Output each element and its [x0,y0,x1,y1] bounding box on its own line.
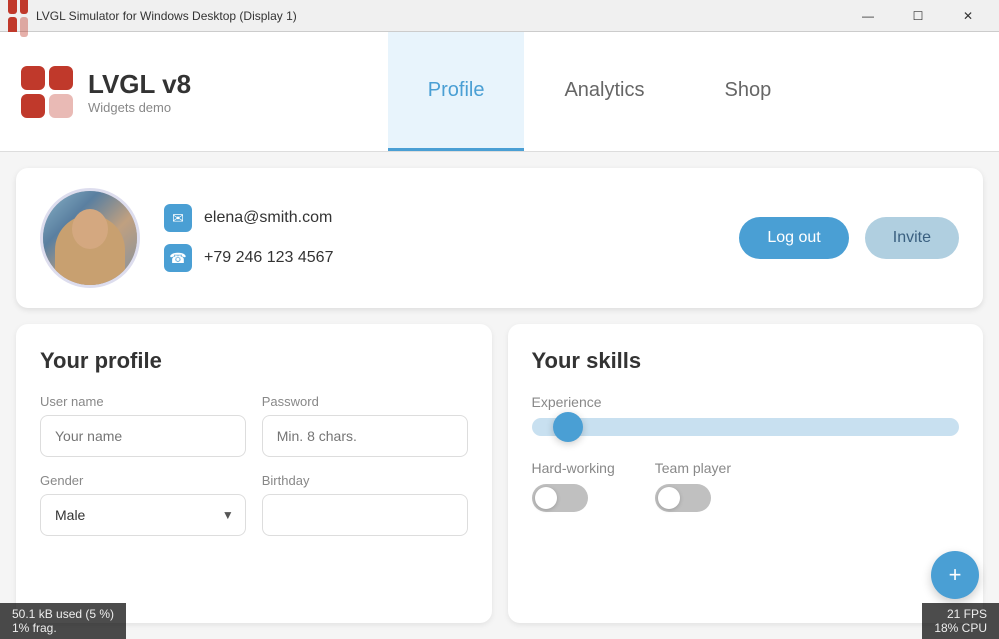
contact-info: ✉ elena@smith.com ☎ +79 246 123 4567 [164,204,715,272]
tab-profile[interactable]: Profile [388,32,525,151]
hardworking-group: Hard-working [532,460,615,512]
hardworking-label: Hard-working [532,460,615,476]
hardworking-toggle[interactable] [532,484,588,512]
frag-status: 1% frag. [12,621,114,635]
window-controls: — ☐ ✕ [845,0,991,32]
slider-track [532,418,960,436]
toggles-row: Hard-working Team player [532,460,960,512]
birthday-group: Birthday [262,473,468,536]
app-icon [8,6,28,26]
invite-button[interactable]: Invite [865,217,959,259]
username-label: User name [40,394,246,409]
app-subtitle: Widgets demo [88,100,191,115]
form-row-2: Gender Male Female Other ▼ Birthday [40,473,468,552]
title-bar: LVGL Simulator for Windows Desktop (Disp… [0,0,999,32]
birthday-input[interactable] [262,494,468,536]
profile-card-title: Your profile [40,348,468,374]
form-row-1: User name Password [40,394,468,473]
status-right: 21 FPS 18% CPU [922,603,999,639]
nav-tabs: Profile Analytics Shop [220,32,979,151]
logo-area: LVGL v8 Widgets demo [20,65,220,119]
avatar [40,188,140,288]
team-player-label: Team player [655,460,731,476]
gender-select-wrapper: Male Female Other ▼ [40,494,246,536]
slider-handle[interactable] [553,412,583,442]
fab-button[interactable]: + [931,551,979,599]
main-content: Your profile User name Password Gender M… [0,308,999,639]
logo-text: LVGL v8 Widgets demo [88,69,191,115]
phone-row: ☎ +79 246 123 4567 [164,244,715,272]
phone-icon: ☎ [164,244,192,272]
gender-select[interactable]: Male Female Other [40,494,246,536]
gender-group: Gender Male Female Other ▼ [40,473,246,536]
password-group: Password [262,394,468,457]
email-icon: ✉ [164,204,192,232]
phone-text: +79 246 123 4567 [204,249,333,267]
close-button[interactable]: ✕ [945,0,991,32]
username-input[interactable] [40,415,246,457]
email-row: ✉ elena@smith.com [164,204,715,232]
memory-status: 50.1 kB used (5 %) [12,607,114,621]
skills-card: Your skills Experience Hard-working Team… [508,324,984,623]
fps-status: 21 FPS [947,607,987,621]
app-container: LVGL v8 Widgets demo Profile Analytics S… [0,32,999,639]
window-title: LVGL Simulator for Windows Desktop (Disp… [36,9,845,23]
profile-section: ✉ elena@smith.com ☎ +79 246 123 4567 Log… [16,168,983,308]
profile-card: Your profile User name Password Gender M… [16,324,492,623]
password-label: Password [262,394,468,409]
status-bar: 50.1 kB used (5 %) 1% frag. 21 FPS 18% C… [0,603,999,639]
experience-slider[interactable] [532,418,960,436]
maximize-button[interactable]: ☐ [895,0,941,32]
username-group: User name [40,394,246,457]
cpu-status: 18% CPU [934,621,987,635]
skills-card-title: Your skills [532,348,960,374]
minimize-button[interactable]: — [845,0,891,32]
logout-button[interactable]: Log out [739,217,848,259]
app-title: LVGL v8 [88,69,191,100]
avatar-image [43,191,137,285]
experience-label: Experience [532,394,960,410]
action-buttons: Log out Invite [739,217,959,259]
gender-label: Gender [40,473,246,488]
tab-shop[interactable]: Shop [685,32,812,151]
team-player-toggle[interactable] [655,484,711,512]
tab-analytics[interactable]: Analytics [524,32,684,151]
header: LVGL v8 Widgets demo Profile Analytics S… [0,32,999,152]
password-input[interactable] [262,415,468,457]
birthday-label: Birthday [262,473,468,488]
email-text: elena@smith.com [204,209,332,227]
status-left: 50.1 kB used (5 %) 1% frag. [0,603,126,639]
team-player-group: Team player [655,460,731,512]
logo-icon [20,65,74,119]
fab-icon: + [949,562,962,588]
